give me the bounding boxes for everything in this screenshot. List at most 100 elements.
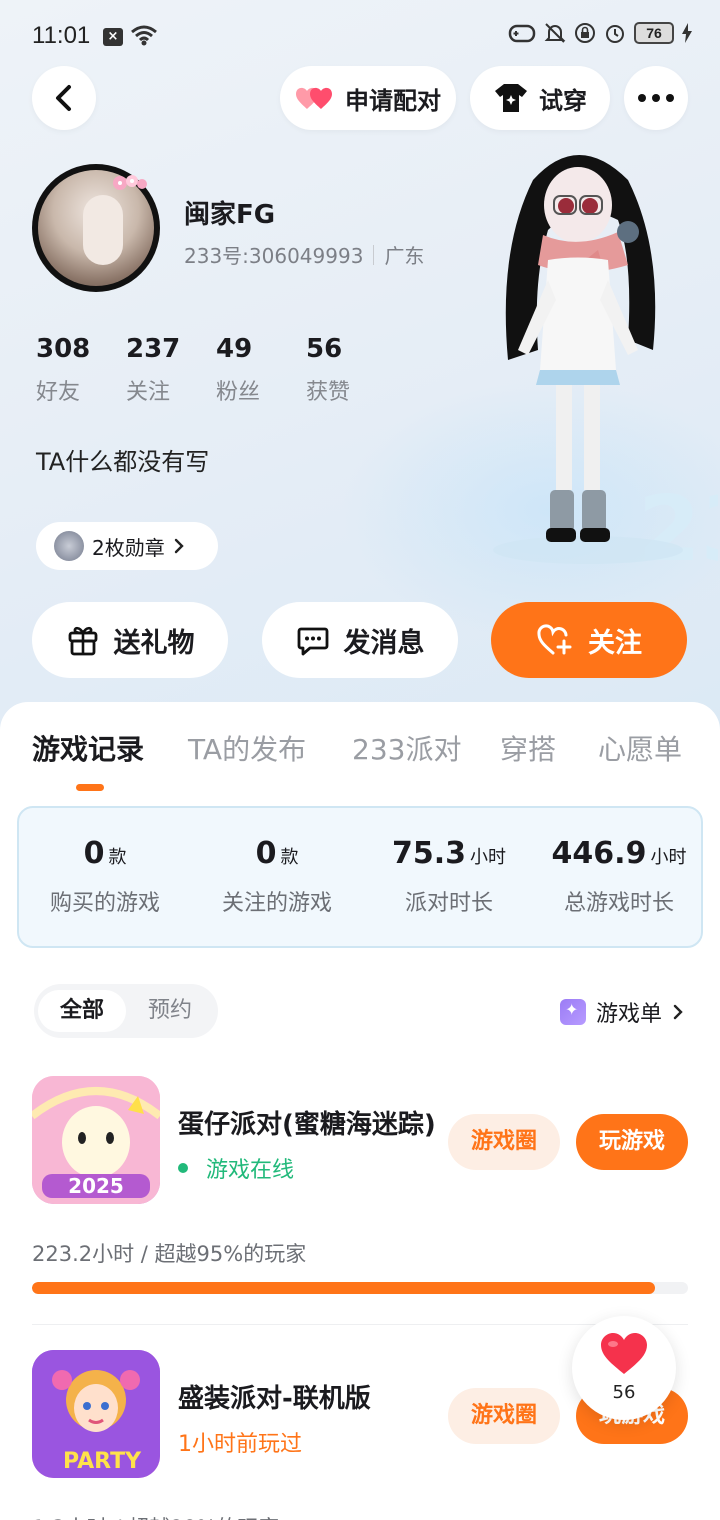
online-dot-icon <box>178 1163 188 1173</box>
follow-button[interactable]: 关注 <box>491 602 687 678</box>
lock-rotation-icon <box>575 23 595 43</box>
game-icon-dress-up-party[interactable]: PARTY <box>32 1350 160 1478</box>
mute-icon <box>544 23 566 43</box>
medal-icon <box>54 531 84 561</box>
stat-label: 好友 <box>36 380 81 405</box>
game-name[interactable]: 蛋仔派对(蜜糖海迷踪) <box>178 1104 436 1141</box>
summary-value: 446.9 <box>551 836 647 871</box>
heart-plus-icon <box>537 624 572 655</box>
game-circle-button[interactable]: 游戏圈 <box>448 1388 560 1444</box>
stat-fans[interactable]: 49 粉丝 <box>216 334 306 406</box>
user-region: 广东 <box>384 244 425 268</box>
summary-unit: 小时 <box>650 847 687 868</box>
status-bar: 11:01 × 76 <box>0 0 720 70</box>
status-time: 11:01 <box>32 22 91 49</box>
play-game-button[interactable]: 玩游戏 <box>576 1114 688 1170</box>
summary-total-time: 446.9 小时 总游戏时长 <box>533 836 705 917</box>
follow-label: 关注 <box>588 627 642 659</box>
gift-icon <box>68 626 97 656</box>
game-status-text: 游戏在线 <box>206 1158 295 1183</box>
tab-party[interactable]: 233派对 <box>352 728 461 768</box>
user-id: 233号:306049993 <box>184 244 364 268</box>
progress-fill <box>32 1282 656 1294</box>
charging-icon <box>682 23 692 43</box>
tab-posts[interactable]: TA的发布 <box>188 728 306 768</box>
summary-label: 购买的游戏 <box>49 891 160 916</box>
more-icon <box>638 94 674 102</box>
summary-label: 关注的游戏 <box>221 891 332 916</box>
summary-value: 0 <box>255 836 277 871</box>
request-pair-label: 申请配对 <box>345 86 441 115</box>
game-icon-eggy-party[interactable]: 2025 <box>32 1076 160 1204</box>
alarm-icon <box>606 25 624 43</box>
game-status: 游戏在线 <box>178 1152 294 1184</box>
stat-label: 粉丝 <box>216 380 261 405</box>
notification-icon: × <box>103 28 123 46</box>
try-on-button[interactable]: 试穿 <box>470 66 610 130</box>
stat-number: 308 <box>36 334 91 364</box>
summary-unit: 款 <box>280 847 299 868</box>
flower-decoration-icon <box>113 175 147 190</box>
stat-label: 关注 <box>126 380 171 405</box>
tab-indicator <box>76 784 104 791</box>
svg-text:233: 233 <box>638 477 718 580</box>
sparkle-icon <box>559 999 586 1025</box>
stat-number: 56 <box>306 334 343 364</box>
summary-label: 总游戏时长 <box>563 891 674 916</box>
playtime-progress-bar <box>32 1282 688 1294</box>
game-summary-card: 0款 购买的游戏 0款 关注的游戏 75.3 小时 派对时长 446.9 小时 总游… <box>17 806 703 948</box>
summary-party-time: 75.3 小时 派对时长 <box>363 836 535 917</box>
tab-bar: 游戏记录 TA的发布 233派对 穿搭 心愿单 <box>0 702 720 802</box>
tab-game-records[interactable]: 游戏记录 <box>32 728 144 768</box>
game-icon-text: 2025 <box>68 1174 124 1198</box>
username: 闽家FG <box>184 200 276 230</box>
game-status: 1小时前玩过 <box>178 1426 302 1458</box>
filter-all[interactable]: 全部 <box>38 990 126 1032</box>
chevron-left-icon <box>56 85 71 111</box>
stat-friends[interactable]: 308 好友 <box>36 334 126 406</box>
send-message-label: 发消息 <box>343 627 425 659</box>
tab-wishlist[interactable]: 心愿单 <box>598 728 682 768</box>
stat-likes[interactable]: 56 获赞 <box>306 334 396 406</box>
game-list-label: 游戏单 <box>595 1002 662 1027</box>
back-button[interactable] <box>32 66 96 130</box>
filter-reserve[interactable]: 预约 <box>126 990 214 1032</box>
stat-label: 获赞 <box>306 380 351 405</box>
divider <box>32 1324 688 1325</box>
heart-icon <box>601 1333 647 1374</box>
gamepad-icon <box>508 24 536 43</box>
request-pair-button[interactable]: 申请配对 <box>280 66 456 130</box>
battery-indicator: 76 <box>634 22 674 44</box>
game-list-link[interactable]: 游戏单 <box>559 996 684 1028</box>
game-playtime: 223.2小时 / 超越95%的玩家 <box>32 1242 307 1266</box>
medals-button[interactable]: 2枚勋章 <box>36 522 218 570</box>
summary-label: 派对时长 <box>404 891 493 916</box>
divider <box>373 244 375 265</box>
stat-number: 49 <box>216 334 253 364</box>
message-icon <box>297 627 328 656</box>
user-id-row: 233号:306049993 广东 <box>184 240 424 269</box>
try-on-label: 试穿 <box>539 86 587 115</box>
summary-unit: 款 <box>108 847 127 868</box>
wifi-icon <box>131 25 157 46</box>
game-circle-button[interactable]: 游戏圈 <box>448 1114 560 1170</box>
hearts-icon <box>296 87 332 109</box>
send-gift-button[interactable]: 送礼物 <box>32 602 228 678</box>
send-gift-label: 送礼物 <box>113 627 195 659</box>
send-message-button[interactable]: 发消息 <box>262 602 458 678</box>
tab-outfits[interactable]: 穿搭 <box>500 728 556 768</box>
summary-unit: 小时 <box>470 847 507 868</box>
stat-following[interactable]: 237 关注 <box>126 334 216 406</box>
tshirt-icon <box>495 84 527 112</box>
stat-number: 237 <box>126 334 181 364</box>
like-count: 56 <box>612 1382 636 1403</box>
game-icon-text: PARTY <box>63 1449 142 1474</box>
medals-label: 2枚勋章 <box>92 535 165 560</box>
game-name[interactable]: 盛装派对-联机版 <box>178 1378 371 1415</box>
bio-text: TA什么都没有写 <box>36 448 210 476</box>
like-button[interactable]: 56 <box>572 1316 676 1420</box>
chevron-right-icon <box>174 538 184 554</box>
more-button[interactable] <box>624 66 688 130</box>
game-status-text: 1小时前玩过 <box>178 1432 302 1457</box>
avatar-character[interactable]: 233 <box>478 140 718 580</box>
